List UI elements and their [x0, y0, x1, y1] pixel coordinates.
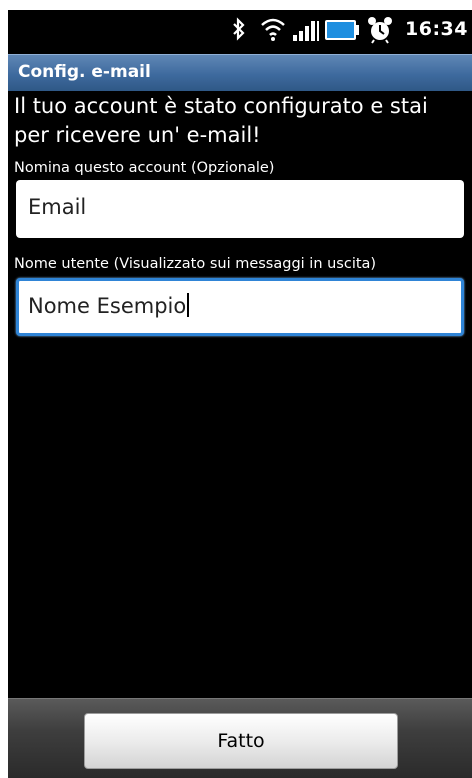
user-name-label: Nome utente (Visualizzato sui messaggi i…	[14, 256, 377, 272]
done-button[interactable]: Fatto	[84, 713, 398, 769]
user-name-value: Nome Esempio	[28, 294, 187, 318]
signal-icon	[293, 21, 319, 41]
account-name-field[interactable]: Email	[16, 180, 464, 238]
user-name-field[interactable]: Nome Esempio	[16, 278, 464, 336]
confirmation-message: Il tuo account è stato configurato e sta…	[14, 94, 428, 147]
status-time: 16:34	[405, 18, 468, 40]
status-bar: 16:34	[8, 10, 472, 50]
wifi-icon	[261, 18, 285, 41]
bluetooth-icon	[233, 17, 245, 41]
alarm-icon	[368, 17, 392, 44]
bottom-bar: Fatto	[8, 698, 472, 778]
account-name-value: Email	[28, 195, 87, 219]
page-title: Config. e-mail	[18, 62, 151, 82]
title-bar: Config. e-mail	[8, 54, 472, 91]
phone-screen: 16:34 Config. e-mail Il tuo account è st…	[8, 10, 472, 778]
account-name-label: Nomina questo account (Opzionale)	[14, 160, 275, 176]
battery-icon	[325, 20, 359, 40]
text-caret	[187, 293, 189, 317]
